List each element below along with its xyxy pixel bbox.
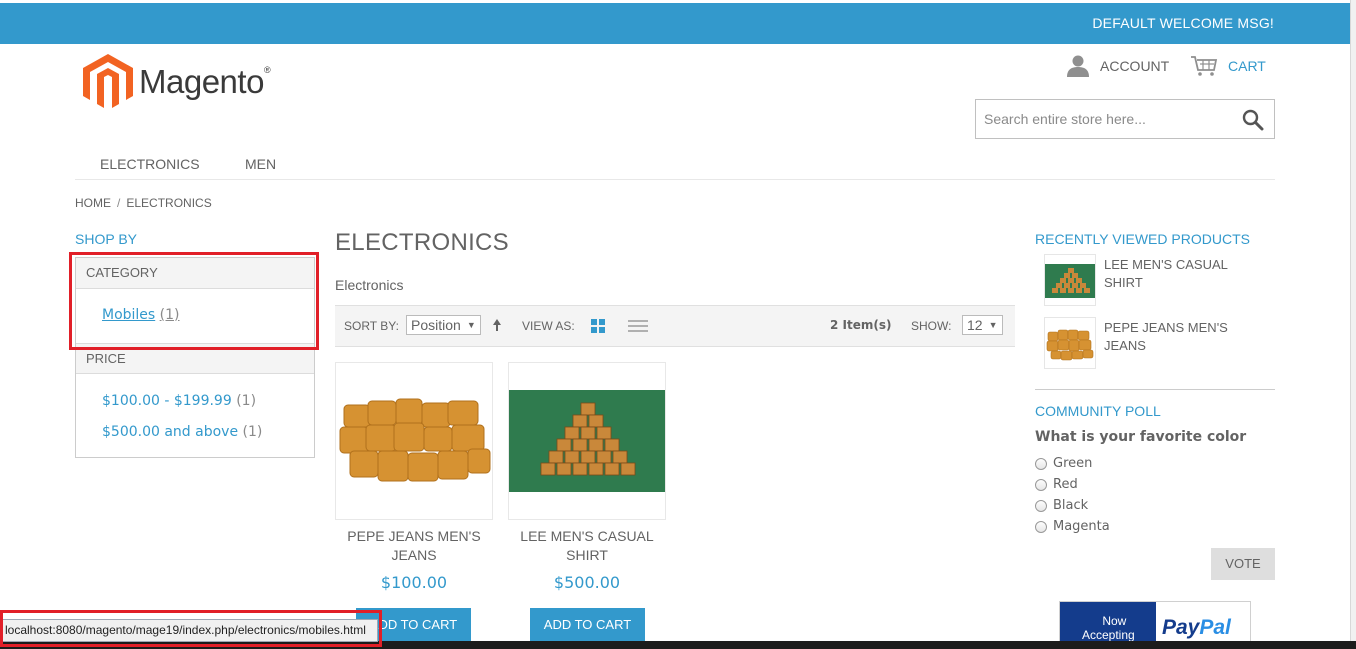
breadcrumb-home[interactable]: HOME: [75, 196, 111, 210]
cart-link[interactable]: CART: [1190, 55, 1266, 77]
breadcrumb: HOME / ELECTRONICS: [75, 196, 212, 210]
recently-viewed-name[interactable]: LEE MEN'S CASUAL SHIRT: [1104, 256, 1244, 306]
page-title: ELECTRONICS: [335, 229, 509, 256]
shop-by-heading: SHOP BY: [75, 231, 137, 247]
main-navigation: ELECTRONICS MEN: [75, 150, 1275, 180]
grid-view-icon[interactable]: [591, 319, 605, 336]
poll-option-black[interactable]: Black: [1035, 498, 1088, 513]
list-view-icon[interactable]: [628, 319, 648, 336]
cart-label: CART: [1228, 58, 1266, 74]
logo-wordmark: Magento: [139, 63, 264, 100]
product-name[interactable]: LEE MEN'S CASUAL SHIRT: [508, 527, 666, 565]
paypal-accepting-text: Accepting: [1082, 628, 1135, 642]
highlight-box-status-url: [0, 610, 382, 647]
community-poll-heading: COMMUNITY POLL: [1035, 403, 1161, 419]
sidebar-divider: [1035, 389, 1275, 390]
magento-logo[interactable]: Magento ®: [83, 54, 271, 110]
sort-direction-icon[interactable]: [492, 318, 502, 335]
sort-by-label: SORT BY:: [344, 319, 399, 333]
sort-by-value: Position: [411, 317, 461, 333]
show-label: SHOW:: [911, 319, 952, 333]
nav-item-electronics[interactable]: ELECTRONICS: [100, 156, 200, 172]
search-input[interactable]: [976, 100, 1231, 138]
price-range-label[interactable]: $500.00 and above: [102, 424, 238, 440]
highlight-box-category: [69, 252, 319, 350]
recently-viewed-item[interactable]: LEE MEN'S CASUAL SHIRT: [1044, 254, 1244, 306]
price-range-count: (1): [236, 393, 257, 409]
poll-question: What is your favorite color: [1035, 429, 1247, 445]
breadcrumb-separator: /: [117, 196, 121, 210]
price-filter-item[interactable]: $500.00 and above (1): [102, 424, 262, 440]
paypal-logo: PayPal: [1162, 616, 1231, 640]
logo-registered-mark: ®: [263, 65, 271, 75]
radio-button[interactable]: [1035, 478, 1047, 491]
category-description: Electronics: [335, 277, 404, 293]
product-name[interactable]: PEPE JEANS MEN'S JEANS: [335, 527, 493, 565]
items-count: 2 Item(s): [830, 318, 892, 332]
cart-icon: [1191, 56, 1218, 76]
add-to-cart-button[interactable]: ADD TO CART: [530, 608, 645, 641]
magento-logo-icon: [83, 54, 133, 108]
product-card: PEPE JEANS MEN'S JEANS $100.00: [335, 362, 493, 592]
radio-button[interactable]: [1035, 457, 1047, 470]
paypal-now-accepting: Now Accepting: [1082, 614, 1135, 642]
account-label: ACCOUNT: [1100, 58, 1170, 74]
sort-by-select[interactable]: Position ▼: [406, 315, 481, 335]
product-card: LEE MEN'S CASUAL SHIRT $500.00: [508, 362, 666, 592]
recently-viewed-heading: RECENTLY VIEWED PRODUCTS: [1035, 231, 1250, 247]
nav-item-men[interactable]: MEN: [245, 156, 276, 172]
vote-button[interactable]: VOTE: [1211, 548, 1275, 580]
poll-option-magenta[interactable]: Magenta: [1035, 519, 1110, 534]
account-icon: [1067, 55, 1089, 77]
recently-viewed-name[interactable]: PEPE JEANS MEN'S JEANS: [1104, 319, 1244, 369]
dropdown-arrow-icon: ▼: [988, 320, 998, 330]
poll-option-label: Magenta: [1053, 519, 1110, 534]
breadcrumb-current: ELECTRONICS: [126, 196, 212, 210]
price-range-label[interactable]: $100.00 - $199.99: [102, 393, 232, 409]
product-image[interactable]: [335, 362, 493, 520]
recently-viewed-item[interactable]: PEPE JEANS MEN'S JEANS: [1044, 317, 1244, 369]
product-price: $100.00: [380, 573, 448, 592]
welcome-message: DEFAULT WELCOME MSG!: [1092, 15, 1274, 31]
poll-option-label: Black: [1053, 498, 1089, 513]
poll-option-red[interactable]: Red: [1035, 477, 1078, 492]
product-toolbar: SORT BY: Position ▼ VIEW AS: 2 Item(s) SH…: [335, 305, 1015, 347]
paypal-logo-pal: Pal: [1199, 616, 1231, 639]
poll-option-green[interactable]: Green: [1035, 456, 1092, 471]
view-as-label: VIEW AS:: [522, 319, 575, 333]
product-image[interactable]: [508, 362, 666, 520]
recently-viewed-thumbnail[interactable]: [1044, 317, 1096, 369]
limiter-value: 12: [967, 317, 983, 333]
poll-option-label: Green: [1053, 456, 1093, 471]
paypal-now-text: Now: [1102, 614, 1127, 628]
account-link[interactable]: ACCOUNT: [1066, 55, 1169, 77]
paypal-logo-pay: Pay: [1162, 616, 1200, 639]
radio-button[interactable]: [1035, 520, 1047, 533]
price-range-count: (1): [242, 424, 263, 440]
price-filter-item[interactable]: $100.00 - $199.99 (1): [102, 393, 256, 409]
search-icon[interactable]: [1242, 109, 1264, 136]
dropdown-arrow-icon: ▼: [466, 320, 476, 330]
welcome-bar: DEFAULT WELCOME MSG!: [0, 3, 1350, 44]
search-box: [975, 99, 1275, 139]
limiter-select[interactable]: 12 ▼: [962, 315, 1003, 335]
poll-option-label: Red: [1053, 477, 1078, 492]
product-price: $500.00: [553, 573, 621, 592]
radio-button[interactable]: [1035, 499, 1047, 512]
scrollbar[interactable]: [1350, 0, 1356, 649]
recently-viewed-thumbnail[interactable]: [1044, 254, 1096, 306]
